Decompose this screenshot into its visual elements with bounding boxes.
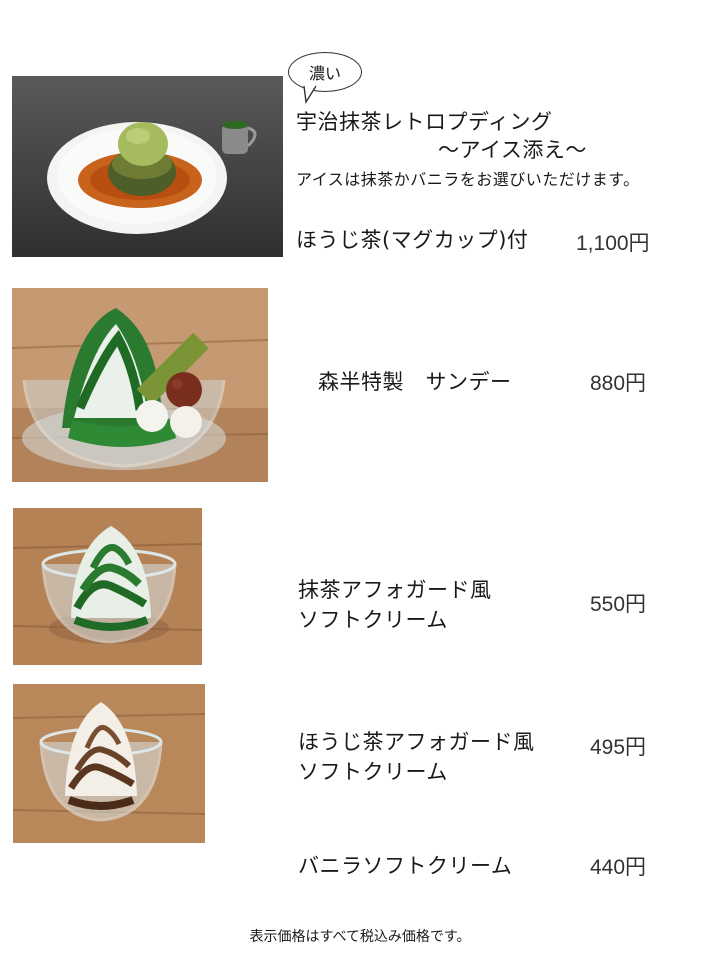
item4-price: 495円 — [590, 736, 647, 759]
item4-title-line1: ほうじ茶アフォガード風 — [298, 730, 535, 754]
item2-price: 880円 — [590, 372, 647, 395]
matcha-pudding-photo — [12, 76, 283, 257]
item2-title: 森半特製 サンデー — [318, 370, 512, 394]
bubble-label: 濃い — [308, 64, 341, 83]
item1-price: 1,100円 — [576, 232, 650, 255]
speech-bubble-tail-icon — [303, 84, 317, 104]
item3-title-line2: ソフトクリーム — [298, 608, 448, 632]
matcha-affogato-soft-cream-photo — [13, 508, 202, 665]
item4-title-line2: ソフトクリーム — [298, 760, 448, 784]
matcha-sundae-photo — [12, 288, 268, 482]
item3-title-line1: 抹茶アフォガード風 — [298, 578, 492, 602]
item1-note: アイスは抹茶かバニラをお選びいただけます。 — [296, 170, 640, 189]
item3-price: 550円 — [590, 593, 647, 616]
item1-extra: ほうじ茶(マグカップ)付 — [296, 228, 529, 252]
item5-title: バニラソフトクリーム — [298, 854, 513, 878]
item1-title-line1: 宇治抹茶レトロプディング — [296, 110, 553, 134]
hojicha-affogato-soft-cream-photo — [13, 684, 205, 843]
tax-included-note: 表示価格はすべて税込み価格です。 — [249, 929, 471, 945]
item5-price: 440円 — [590, 856, 647, 879]
item1-title-line2: ～アイス添え～ — [438, 138, 587, 162]
